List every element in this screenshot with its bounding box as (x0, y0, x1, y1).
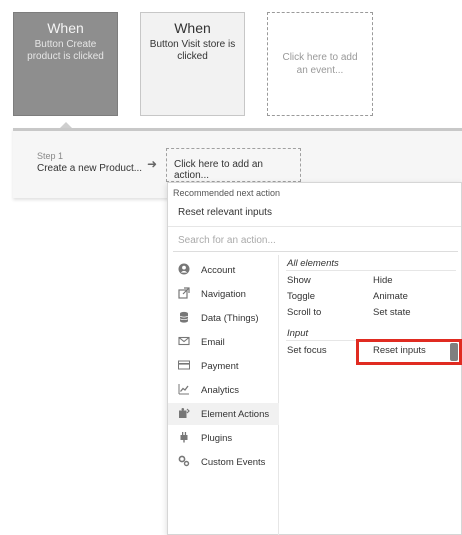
plugins-icon (180, 432, 188, 443)
account-icon (178, 263, 190, 275)
category-item-email[interactable]: Email (168, 331, 279, 353)
event-description: Button Visit store is clicked (149, 39, 236, 62)
category-item-account[interactable]: Account (168, 259, 279, 281)
add-action-button[interactable]: Click here to add an action... (166, 148, 301, 182)
action-hide[interactable]: Hide (373, 275, 393, 286)
category-label: Account (201, 265, 236, 276)
action-animate[interactable]: Animate (373, 291, 408, 302)
step-name[interactable]: Create a new Product... (37, 163, 142, 174)
action-set-state[interactable]: Set state (373, 307, 411, 318)
section-heading-input: Input (287, 328, 309, 339)
element-actions-icon (179, 408, 190, 418)
category-label: Navigation (201, 289, 246, 300)
divider (286, 270, 456, 271)
payment-icon (178, 360, 190, 370)
divider (168, 226, 461, 227)
action-picker-dropdown: Recommended next action Reset relevant i… (167, 182, 462, 535)
arrow-right-icon: ➜ (147, 157, 158, 171)
category-item-data[interactable]: Data (Things) (168, 307, 279, 329)
recommended-title: Recommended next action (173, 188, 281, 198)
database-icon (179, 311, 189, 323)
action-set-focus[interactable]: Set focus (287, 345, 327, 356)
category-label: Plugins (201, 433, 233, 444)
action-list: All elements Show Hide Toggle Animate Sc… (280, 255, 462, 535)
category-label: Custom Events (201, 457, 266, 468)
add-event-button[interactable]: Click here to add an event... (267, 12, 373, 116)
event-when-label: When (174, 20, 211, 36)
category-list: Account Navigation Data (Things) Email P… (168, 255, 279, 535)
event-card-visit-store[interactable]: When Button Visit store is clicked (140, 12, 245, 116)
category-item-plugins[interactable]: Plugins (168, 427, 279, 449)
divider (173, 251, 458, 252)
email-icon (178, 336, 190, 346)
category-item-custom-events[interactable]: Custom Events (168, 451, 279, 473)
category-label: Payment (201, 361, 239, 372)
event-card-create-product[interactable]: When Button Create product is clicked (13, 12, 118, 116)
event-description: Button Create product is clicked (27, 39, 104, 62)
navigation-icon (178, 287, 190, 299)
custom-events-icon (178, 455, 190, 467)
category-label: Element Actions (201, 409, 270, 420)
highlight-box (356, 339, 462, 365)
step-number: Step 1 (37, 151, 64, 161)
add-event-label: Click here to add an event... (282, 52, 358, 76)
action-toggle[interactable]: Toggle (287, 291, 315, 302)
action-search-input[interactable] (178, 231, 458, 249)
section-heading-all-elements: All elements (287, 258, 339, 269)
category-item-payment[interactable]: Payment (168, 355, 279, 377)
action-show[interactable]: Show (287, 275, 311, 286)
analytics-icon (178, 384, 189, 395)
category-label: Email (201, 337, 225, 348)
recommended-action-item[interactable]: Reset relevant inputs (178, 207, 272, 218)
category-label: Data (Things) (201, 313, 259, 324)
category-item-navigation[interactable]: Navigation (168, 283, 279, 305)
category-item-analytics[interactable]: Analytics (168, 379, 279, 401)
event-when-label: When (47, 20, 84, 36)
category-label: Analytics (201, 385, 240, 396)
category-item-element-actions[interactable]: Element Actions (168, 403, 279, 425)
action-scroll-to[interactable]: Scroll to (287, 307, 321, 318)
